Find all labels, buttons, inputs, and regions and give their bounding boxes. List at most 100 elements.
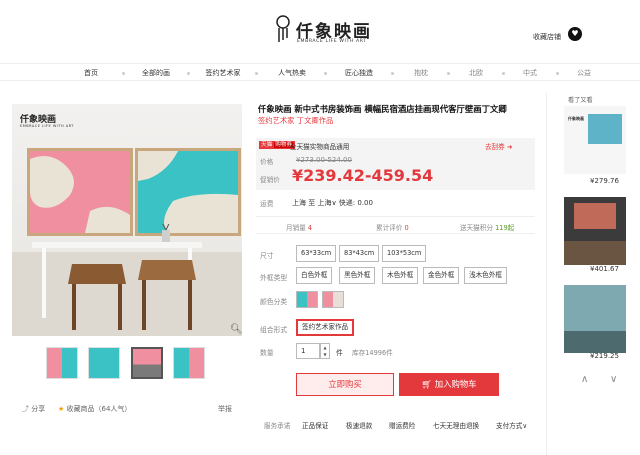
nav-separator [447,72,450,75]
share-icon: ⤴ [22,405,32,413]
total-reviews[interactable]: 累计评价 0 [376,222,409,232]
points-value: 119起 [495,224,515,232]
favorite-store-link[interactable]: 收藏店铺 [533,32,561,42]
elephant-logo-icon [276,15,290,42]
recommend-thumb-floor [564,241,626,265]
size-option[interactable]: 103*53cm [382,245,427,262]
recommend-item-2[interactable] [564,197,626,265]
logo-slogan: EMBRACE LIFE WITH ART [297,39,367,44]
quantity-label: 数量 [260,349,274,357]
recommend-item-1[interactable]: 仟象映画 [564,106,626,174]
collect-label: 收藏商品（64人气） [66,405,132,413]
reviews-label: 累计评价 [376,224,403,232]
store-logo[interactable]: 仟象映画 EMBRACE LIFE WITH ART [274,14,374,52]
nav-chinese[interactable]: 中式 [523,68,537,78]
reviews-value: 0 [404,224,409,232]
monthly-sales-label: 月销量 [286,224,306,232]
nav-separator [122,72,125,75]
nav-nordic[interactable]: 北欧 [469,68,483,78]
combo-option-selected[interactable]: 签约艺术家作品 [296,319,355,336]
chevron-up-icon[interactable]: ∧ [581,374,588,385]
chevron-down-icon[interactable]: ▼ [321,351,329,358]
shipping-info[interactable]: 上海 至 上海∨ 快递: 0.00 [292,198,373,208]
store-nav: 首页 全部的画 签约艺术家 人气热卖 匠心独造 抱枕 北欧 中式 公益 [0,63,640,81]
quantity-stepper[interactable]: ▲ ▼ [320,343,330,359]
price-label: 价格 [260,158,274,166]
commitment-item[interactable]: 七天无理由退换 [433,420,479,430]
thumbnail-3[interactable] [131,347,163,379]
color-swatch-teal[interactable] [296,291,318,308]
frame-option[interactable]: 金色外框 [423,267,460,284]
recommend-thumb [588,114,622,144]
frame-option[interactable]: 木色外框 [382,267,419,284]
nav-cushions[interactable]: 抱枕 [414,68,428,78]
painting-right [135,148,241,236]
monthly-sales-value: 4 [307,224,313,232]
recommend-price: ¥279.76 [590,177,619,185]
nav-separator [187,72,190,75]
add-to-cart-button[interactable]: 🛒︎ 加入购物车 [399,373,499,396]
tmall-badge-label: 天猫 [261,142,273,148]
size-option[interactable]: 83*43cm [339,245,380,262]
frame-option[interactable]: 黑色外框 [339,267,376,284]
nav-separator [502,72,505,75]
zoom-icon[interactable]: 🔍︎ [230,324,242,335]
combo-label: 组合形式 [260,326,288,334]
nav-separator [556,72,559,75]
commitment-label: 服务承诺 [264,422,291,430]
get-coupon-link[interactable]: 去刮券 ➜ [485,141,512,151]
payment-methods[interactable]: 支付方式∨ [496,420,527,430]
color-swatch-pink[interactable] [322,291,344,308]
thumbnail-4[interactable] [173,347,205,379]
nav-hot[interactable]: 人气热卖 [278,68,306,78]
cart-icon: 🛒︎ [421,379,435,389]
thumbnail-2[interactable] [88,347,120,379]
nav-charity[interactable]: 公益 [577,68,591,78]
main-product-image[interactable]: 仟象映画 EMBRACE LIFE WITH ART 🔍︎ [12,104,242,336]
nav-all-paintings[interactable]: 全部的画 [142,68,170,78]
shipping-label: 运费 [260,200,274,208]
nav-home[interactable]: 首页 [84,68,98,78]
collect-product-link[interactable]: ★ 收藏商品（64人气） [58,404,131,414]
commitment-item[interactable]: 极速退款 [346,420,372,430]
recommend-price: ¥401.67 [590,265,619,273]
recommend-thumb-floor [564,331,626,353]
thumbnail-1[interactable] [46,347,78,379]
tmall-points: 送天猫积分 119起 [460,222,514,232]
stock-count: 库存14996件 [352,349,393,357]
report-link[interactable]: 举报 [218,404,232,414]
quantity-input[interactable]: 1 [296,343,320,359]
furniture-illustration [12,224,242,336]
commitment-item[interactable]: 正品保证 [302,420,328,430]
color-label: 颜色分类 [260,298,288,306]
get-coupon-label: 去刮券 [485,143,505,151]
product-subtitle[interactable]: 签约艺术家 丁文卿作品 [258,116,333,126]
sidebar-title: 看了又看 [568,97,593,104]
recommend-item-3[interactable] [564,285,626,353]
recommend-thumb [574,203,616,229]
sales-stats: 月销量 4 累计评价 0 送天猫积分 119起 [256,216,535,234]
share-link[interactable]: ⤴ 分享 [22,404,45,414]
frame-option[interactable]: 白色外框 [296,267,333,284]
chevron-up-icon[interactable]: ▲ [321,344,329,351]
size-label: 尺寸 [260,252,274,260]
commitment-item[interactable]: 赠运费险 [389,420,415,430]
favorite-store-icon[interactable]: ♥ [568,27,582,41]
monthly-sales: 月销量 4 [286,222,312,232]
chevron-down-icon[interactable]: ∨ [610,374,617,385]
frame-type-label: 外框类型 [260,274,288,282]
star-icon: ★ [58,405,67,413]
tmall-coupon-text: 全天猫实物商品通用 [290,143,350,151]
nav-artists[interactable]: 签约艺术家 [206,68,241,78]
service-commitments: 服务承诺 正品保证 极速退款 赠运费险 七天无理由退换 支付方式∨ [256,416,535,434]
size-option[interactable]: 63*33cm [296,245,337,262]
buy-now-button[interactable]: 立即购买 [296,373,394,396]
promo-price: ¥239.42-459.54 [292,166,434,185]
recommend-thumb-logo: 仟象映画 [568,116,584,121]
add-to-cart-label: 加入购物车 [434,379,477,389]
nav-craft[interactable]: 匠心独造 [345,68,373,78]
price-box: 天猫 购物券 全天猫实物商品通用 去刮券 ➜ 价格 ¥273.00-524.00 … [256,138,535,190]
nav-separator [255,72,258,75]
frame-option[interactable]: 浅木色外框 [464,267,507,284]
nav-separator [324,72,327,75]
